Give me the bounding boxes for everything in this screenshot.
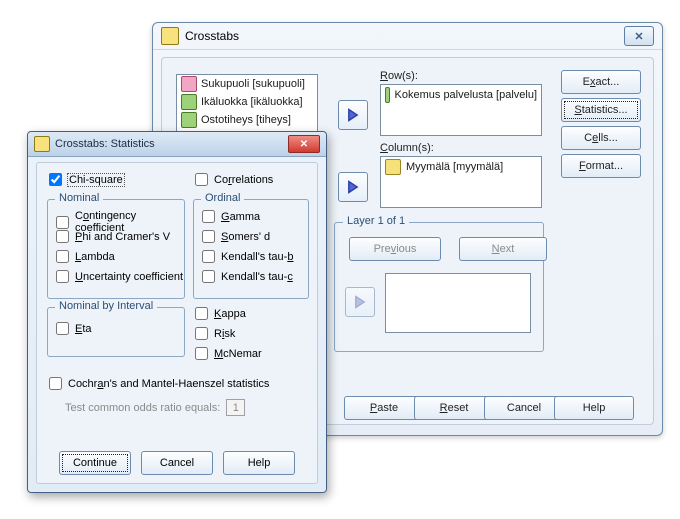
kendalls-tau-b-checkbox[interactable]: Kendall's tau-b	[202, 250, 293, 263]
help-button[interactable]: Help	[554, 396, 634, 420]
correlations-checkbox[interactable]: Correlations	[195, 173, 273, 186]
button-bar: Continue Cancel Help	[37, 451, 317, 475]
rows-listbox[interactable]: Kokemus palvelusta [palvelu]	[380, 84, 542, 136]
layer-legend: Layer 1 of 1	[343, 215, 409, 227]
odds-ratio-label: Test common odds ratio equals:	[65, 402, 220, 414]
arrow-right-icon	[353, 295, 367, 309]
close-button[interactable]: ✕	[288, 135, 320, 153]
eta-checkbox[interactable]: Eta	[56, 322, 92, 335]
group-legend: Ordinal	[201, 192, 244, 204]
cells-button[interactable]: Cells...	[561, 126, 641, 150]
lambda-checkbox[interactable]: Lambda	[56, 250, 115, 263]
ordinal-icon	[181, 112, 197, 128]
statistics-dialog: Crosstabs: Statistics ✕ Chi-square Corre…	[27, 131, 327, 493]
somers-d-checkbox[interactable]: Somers' d	[202, 230, 270, 243]
format-button[interactable]: Format...	[561, 154, 641, 178]
continue-button[interactable]: Continue	[59, 451, 131, 475]
cancel-button[interactable]: Cancel	[141, 451, 213, 475]
app-icon	[161, 27, 179, 45]
chi-square-checkbox[interactable]: Chi-square	[49, 173, 124, 186]
kendalls-tau-c-checkbox[interactable]: Kendall's tau-c	[202, 270, 293, 283]
titlebar[interactable]: Crosstabs: Statistics ✕	[28, 132, 326, 157]
odds-ratio-input	[226, 399, 245, 416]
nominal-icon	[385, 159, 401, 175]
move-to-cols-button[interactable]	[338, 172, 368, 202]
move-to-rows-button[interactable]	[338, 100, 368, 130]
cols-label: Column(s):	[380, 142, 434, 154]
uncertainty-coefficient-checkbox[interactable]: Uncertainty coefficient	[56, 270, 183, 283]
window-title: Crosstabs	[185, 29, 624, 43]
arrow-right-icon	[346, 180, 360, 194]
ordinal-icon	[181, 94, 197, 110]
group-legend: Nominal	[55, 192, 103, 204]
exact-button[interactable]: Exact...	[561, 70, 641, 94]
mcnemar-checkbox[interactable]: McNemar	[195, 347, 262, 360]
group-legend: Nominal by Interval	[55, 300, 157, 312]
list-item[interactable]: Myymälä [myymälä]	[381, 157, 541, 177]
nominal-group: Nominal Contingency coefficient Phi and …	[47, 199, 185, 299]
odds-ratio-row: Test common odds ratio equals:	[65, 399, 245, 416]
cols-listbox[interactable]: Myymälä [myymälä]	[380, 156, 542, 208]
list-item[interactable]: Ostotiheys [tiheys]	[177, 111, 317, 129]
layer-previous-button[interactable]: Previous	[349, 237, 441, 261]
layer-next-button[interactable]: Next	[459, 237, 547, 261]
paste-button[interactable]: Paste	[344, 396, 424, 420]
window-title: Crosstabs: Statistics	[55, 138, 288, 150]
kappa-checkbox[interactable]: Kappa	[195, 307, 246, 320]
list-item[interactable]: Kokemus palvelusta [palvelu]	[381, 85, 541, 105]
variable-list[interactable]: Sukupuoli [sukupuoli] Ikäluokka [ikäluok…	[176, 74, 318, 134]
help-button[interactable]: Help	[223, 451, 295, 475]
gamma-checkbox[interactable]: Gamma	[202, 210, 260, 223]
list-item[interactable]: Ikäluokka [ikäluokka]	[177, 93, 317, 111]
ordinal-icon	[385, 87, 390, 103]
layer-fieldset: Layer 1 of 1 Previous Next	[334, 222, 544, 352]
cochran-mantel-haenszel-checkbox[interactable]: Cochran's and Mantel-Haenszel statistics	[49, 377, 269, 390]
nominal-by-interval-group: Nominal by Interval Eta	[47, 307, 185, 357]
rows-label: Row(s):	[380, 70, 418, 82]
statistics-button[interactable]: Statistics...	[561, 98, 641, 122]
cancel-button[interactable]: Cancel	[484, 396, 564, 420]
ordinal-group: Ordinal Gamma Somers' d Kendall's tau-b …	[193, 199, 309, 299]
titlebar[interactable]: Crosstabs ✕	[153, 23, 662, 50]
list-item[interactable]: Sukupuoli [sukupuoli]	[177, 75, 317, 93]
risk-checkbox[interactable]: Risk	[195, 327, 235, 340]
app-icon	[34, 136, 50, 152]
close-button[interactable]: ✕	[624, 26, 654, 46]
arrow-right-icon	[346, 108, 360, 122]
phi-cramers-v-checkbox[interactable]: Phi and Cramer's V	[56, 230, 170, 243]
move-to-layer-button[interactable]	[345, 287, 375, 317]
dialog-body: Chi-square Correlations Nominal Continge…	[36, 162, 318, 484]
nominal-icon	[181, 76, 197, 92]
reset-button[interactable]: Reset	[414, 396, 494, 420]
layer-listbox[interactable]	[385, 273, 531, 333]
